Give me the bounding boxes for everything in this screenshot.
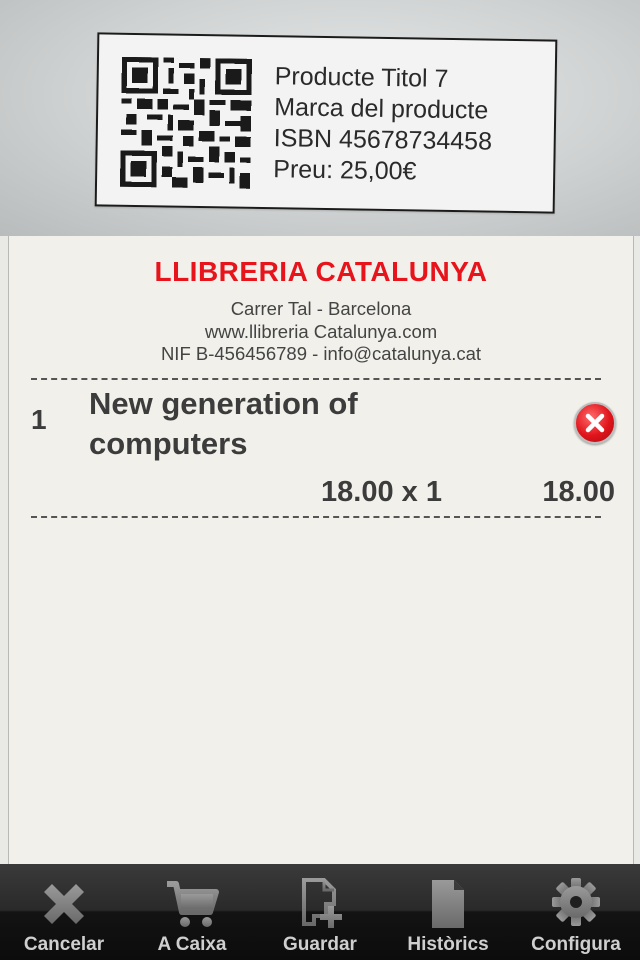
shop-address: Carrer Tal - Barcelona: [230, 298, 412, 319]
label-brand: Marca del producte: [274, 93, 489, 125]
divider: [31, 378, 601, 380]
item-title-line: New generation of: [89, 386, 358, 421]
tab-configura[interactable]: Configura: [512, 864, 640, 960]
gear-icon: [552, 878, 600, 926]
qr-code-icon: [119, 56, 252, 189]
close-icon: [44, 884, 84, 924]
tab-bar: Cancelar A Caixa Guardar Històrics Confi…: [0, 864, 640, 960]
label-title: Producte Titol 7: [274, 62, 449, 93]
tab-cancelar[interactable]: Cancelar: [0, 864, 128, 960]
tab-label: Cancelar: [23, 934, 105, 955]
tab-a-caixa[interactable]: A Caixa: [128, 864, 256, 960]
divider: [31, 516, 601, 518]
product-label: Producte Titol 7 Marca del producte ISBN…: [94, 32, 558, 214]
shop-name: LLIBRERIA CATALUNYA: [154, 256, 488, 287]
camera-preview: Producte Titol 7 Marca del producte ISBN…: [0, 0, 640, 236]
shop-nif-email: NIF B-456456789 - info@catalunya.cat: [160, 343, 482, 364]
tab-label: Històrics: [407, 934, 489, 955]
tab-label: Guardar: [283, 934, 357, 955]
item-title: New generation of computers: [89, 384, 529, 464]
shop-info: Carrer Tal - Barcelona www.llibreria Cat…: [9, 298, 633, 366]
add-document-icon: [302, 878, 342, 928]
item-quantity: 18.00 x 1: [321, 476, 442, 508]
delete-item-button[interactable]: [574, 402, 616, 444]
shop-website: www.llibreria Catalunya.com: [204, 320, 438, 342]
tab-label: A Caixa: [157, 934, 227, 955]
tab-label: Configura: [531, 934, 621, 955]
item-total: 18.00: [542, 476, 615, 508]
label-price: Preu: 25,00€: [273, 155, 417, 186]
cart-icon: [167, 881, 219, 927]
receipt-item[interactable]: 1 New generation of computers 18.00 x 1 …: [9, 384, 633, 516]
tab-guardar[interactable]: Guardar: [256, 864, 384, 960]
close-icon: [585, 413, 605, 433]
item-title-line: computers: [89, 426, 248, 461]
tab-historics[interactable]: Històrics: [384, 864, 512, 960]
label-isbn: ISBN 45678734458: [273, 124, 493, 156]
document-icon: [432, 880, 464, 928]
receipt: LLIBRERIA CATALUNYA Carrer Tal - Barcelo…: [8, 236, 634, 864]
item-index: 1: [31, 404, 47, 435]
